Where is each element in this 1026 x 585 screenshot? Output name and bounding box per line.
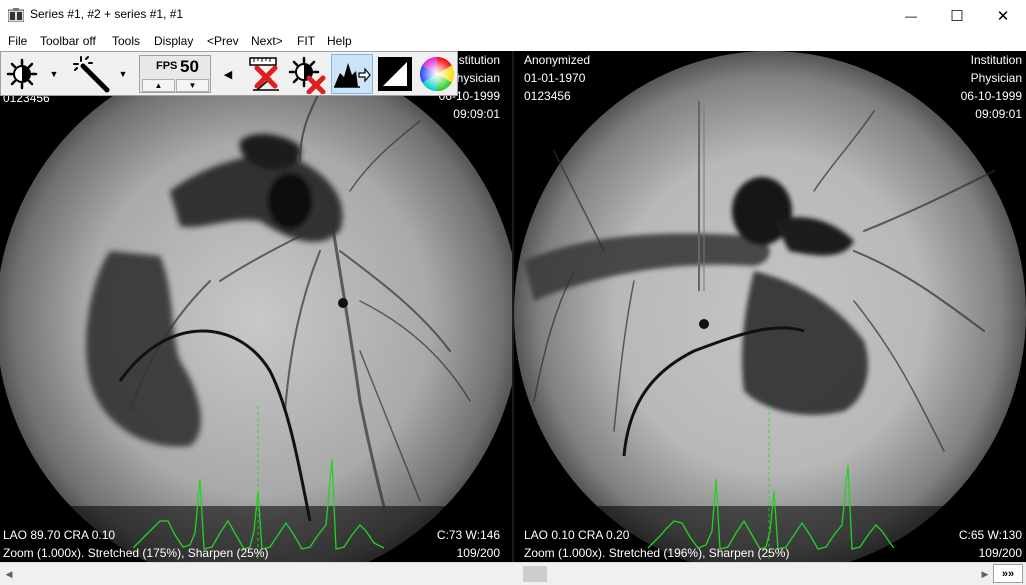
image-toolbar: ▼ ▼ FPS 50 ▲ ▼ ◀ xyxy=(0,51,458,96)
fps-value[interactable]: 50 xyxy=(180,57,199,77)
left-window-level: C:73 W:146 xyxy=(436,528,500,542)
brightness-contrast-icon xyxy=(6,58,38,90)
invert-icon xyxy=(378,57,412,91)
maximize-button[interactable]: ☐ xyxy=(934,0,980,31)
right-study-date: 06-10-1999 xyxy=(960,89,1022,103)
right-patient-name: Anonymized xyxy=(524,53,591,67)
app-icon xyxy=(8,8,24,22)
image-filter-icon xyxy=(334,63,371,88)
viewer-left[interactable]: 0123456 Institution Physician 06-10-1999… xyxy=(0,51,512,562)
maximize-icon: ☐ xyxy=(950,7,964,25)
angiogram-right-image xyxy=(514,51,1026,562)
left-study-time: 09:09:01 xyxy=(453,107,500,121)
title-bar[interactable]: Series #1, #2 + series #1, #1 — ☐ ✕ xyxy=(0,0,1026,31)
menu-toolbar-off[interactable]: Toolbar off xyxy=(40,34,96,48)
right-zoom-info: Zoom (1.000x). Stretched (196%), Sharpen… xyxy=(524,546,790,560)
right-institution: Institution xyxy=(970,53,1022,67)
menu-display[interactable]: Display xyxy=(154,34,193,48)
brightness-dropdown-arrow[interactable]: ▼ xyxy=(47,54,61,94)
left-zoom-info: Zoom (1.000x). Stretched (175%), Sharpen… xyxy=(3,546,269,560)
clear-measurements-button[interactable] xyxy=(245,54,285,94)
minimize-icon: — xyxy=(905,8,917,23)
magic-wand-button[interactable] xyxy=(71,54,115,94)
image-filter-button[interactable] xyxy=(331,54,373,94)
right-angle: LAO 0.10 CRA 0.20 xyxy=(524,528,630,542)
angiogram-left-image xyxy=(0,51,512,562)
toolbar-collapse-button[interactable]: ◀ xyxy=(219,54,237,94)
close-button[interactable]: ✕ xyxy=(980,0,1026,31)
menu-tools[interactable]: Tools xyxy=(112,34,140,48)
scroll-right-arrow-icon[interactable]: ▶ xyxy=(978,566,992,582)
close-icon: ✕ xyxy=(996,7,1010,25)
menu-help[interactable]: Help xyxy=(327,34,352,48)
fps-control: FPS 50 ▲ ▼ xyxy=(139,55,211,93)
fps-down-button[interactable]: ▼ xyxy=(176,79,209,92)
scroll-left-arrow-icon[interactable]: ◀ xyxy=(2,566,16,582)
brightness-contrast-button[interactable] xyxy=(3,54,41,94)
fps-label: FPS xyxy=(156,60,178,72)
viewer-right[interactable]: Anonymized 01-01-1970 0123456 Institutio… xyxy=(514,51,1026,562)
wand-dropdown-arrow[interactable]: ▼ xyxy=(116,54,130,94)
right-frame-counter: 109/200 xyxy=(978,546,1022,560)
menu-file[interactable]: File xyxy=(8,34,27,48)
reset-brightness-button[interactable] xyxy=(287,54,329,95)
color-palette-button[interactable] xyxy=(417,54,457,94)
invert-button[interactable] xyxy=(375,54,415,94)
menu-prev[interactable]: <Prev xyxy=(207,34,239,48)
reset-brightness-icon xyxy=(288,56,326,95)
frame-scrollbar[interactable]: ◀ ▶ »» xyxy=(0,562,1026,585)
collapse-arrow-icon: ◀ xyxy=(223,68,233,81)
fps-up-button[interactable]: ▲ xyxy=(142,79,175,92)
right-physician: Physician xyxy=(970,71,1022,85)
fast-forward-button[interactable]: »» xyxy=(993,564,1023,583)
right-patient-id: 0123456 xyxy=(524,89,571,103)
left-angle: LAO 89.70 CRA 0.10 xyxy=(3,528,116,542)
menu-bar: File Toolbar off Tools Display <Prev Nex… xyxy=(0,31,1026,51)
right-study-time: 09:09:01 xyxy=(975,107,1022,121)
magic-wand-icon xyxy=(73,56,110,93)
left-frame-counter: 109/200 xyxy=(456,546,500,560)
minimize-button[interactable]: — xyxy=(888,0,934,31)
menu-next[interactable]: Next> xyxy=(251,34,283,48)
right-window-level: C:65 W:130 xyxy=(958,528,1022,542)
right-birth-date: 01-01-1970 xyxy=(524,71,586,85)
menu-fit[interactable]: FIT xyxy=(297,34,315,48)
color-palette-icon xyxy=(420,57,454,91)
scrollbar-thumb[interactable] xyxy=(523,566,547,582)
window-title: Series #1, #2 + series #1, #1 xyxy=(30,7,184,21)
clear-measurements-icon xyxy=(249,57,279,91)
